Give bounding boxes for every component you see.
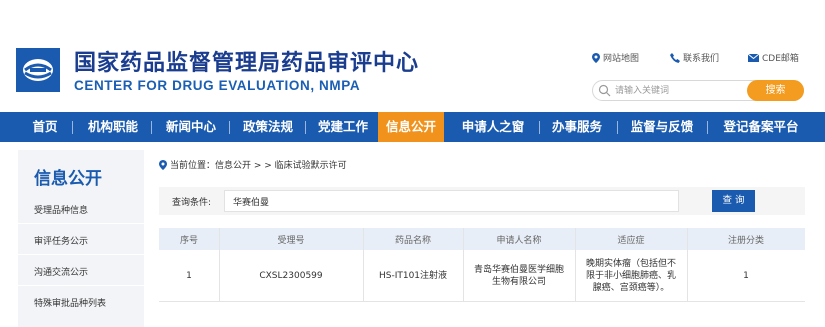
contact-label: 联系我们 xyxy=(683,54,720,64)
site-title-en: CENTER FOR DRUG EVALUATION, NMPA xyxy=(74,78,361,93)
search-input[interactable] xyxy=(615,83,735,98)
cell-index: 1 xyxy=(186,271,192,281)
query-button[interactable]: 查 询 xyxy=(712,190,755,212)
breadcrumb: 当前位置：信息公开 > > 临床试验默示许可 xyxy=(159,158,347,171)
search-button[interactable]: 搜索 xyxy=(747,80,804,101)
table-row[interactable]: 1 CXSL2300599 HS-IT101注射液 青岛华赛伯曼医学细胞生物有限… xyxy=(159,250,805,302)
site-header: 国家药品监督管理局药品审评中心 CENTER FOR DRUG EVALUATI… xyxy=(0,0,825,112)
sidebar-divider xyxy=(18,254,144,255)
sidebar-item-special[interactable]: 特殊审批品种列表 xyxy=(34,296,106,309)
cell-acceptance-no: CXSL2300599 xyxy=(259,271,323,281)
nav-supervision[interactable]: 监督与反馈 xyxy=(622,112,702,142)
sidebar-item-communication[interactable]: 沟通交流公示 xyxy=(34,265,88,278)
table-header: 序号 受理号 药品名称 申请人名称 适应症 注册分类 xyxy=(159,228,805,250)
query-label: 查询条件: xyxy=(172,198,212,208)
column-divider xyxy=(219,228,220,302)
col-acceptance-no: 受理号 xyxy=(277,235,305,246)
location-pin-icon xyxy=(159,159,167,170)
email-link[interactable]: CDE邮箱 xyxy=(748,51,799,64)
nav-separator xyxy=(151,121,152,134)
nav-separator xyxy=(72,121,73,134)
contact-link[interactable]: 联系我们 xyxy=(670,51,719,64)
nav-news[interactable]: 新闻中心 xyxy=(158,112,224,142)
sidebar-item-accepted[interactable]: 受理品种信息 xyxy=(34,203,88,216)
cell-applicant: 青岛华赛伯曼医学细胞生物有限公司 xyxy=(473,265,564,287)
nav-info-public[interactable]: 信息公开 xyxy=(378,112,444,142)
sidebar-divider xyxy=(18,285,144,286)
nav-party[interactable]: 党建工作 xyxy=(310,112,376,142)
nav-separator xyxy=(707,121,708,134)
nav-services[interactable]: 办事服务 xyxy=(544,112,610,142)
sidebar: 信息公开 受理品种信息 审评任务公示 沟通交流公示 特殊审批品种列表 xyxy=(18,150,144,327)
main-nav: 首页 机构职能 新闻中心 政策法规 党建工作 信息公开 申请人之窗 办事服务 监… xyxy=(0,112,825,142)
nav-applicant[interactable]: 申请人之窗 xyxy=(453,112,533,142)
column-divider xyxy=(575,228,576,302)
column-divider xyxy=(687,228,688,302)
sitemap-label: 网站地图 xyxy=(603,54,640,64)
mail-icon xyxy=(748,53,759,62)
column-divider xyxy=(463,228,464,302)
sidebar-divider xyxy=(18,223,144,224)
phone-icon xyxy=(670,52,680,63)
nav-home[interactable]: 首页 xyxy=(22,112,68,142)
col-applicant: 申请人名称 xyxy=(496,235,542,246)
sidebar-item-review-tasks[interactable]: 审评任务公示 xyxy=(34,234,88,247)
col-indication: 适应症 xyxy=(617,235,645,246)
col-drug-name: 药品名称 xyxy=(394,235,431,246)
nav-separator xyxy=(229,121,230,134)
cell-indication: 晚期实体瘤（包括但不限于非小细胞肺癌、乳腺癌、宫颈癌等）。 xyxy=(585,259,676,293)
nav-separator xyxy=(305,121,306,134)
cell-drug-name: HS-IT101注射液 xyxy=(378,271,448,281)
col-category: 注册分类 xyxy=(727,235,764,246)
location-pin-icon xyxy=(592,52,600,63)
nav-separator xyxy=(539,121,540,134)
nav-policy[interactable]: 政策法规 xyxy=(235,112,301,142)
column-divider xyxy=(363,228,364,302)
col-index: 序号 xyxy=(179,235,198,246)
query-input[interactable] xyxy=(224,190,679,212)
nav-functions[interactable]: 机构职能 xyxy=(80,112,146,142)
nav-separator xyxy=(617,121,618,134)
sidebar-title: 信息公开 xyxy=(34,169,102,189)
query-bar: 查询条件: 查 询 xyxy=(159,187,805,215)
search-icon xyxy=(598,84,611,97)
breadcrumb-text: 当前位置：信息公开 > > 临床试验默示许可 xyxy=(170,161,347,171)
nav-registration[interactable]: 登记备案平台 xyxy=(712,112,810,142)
email-label: CDE邮箱 xyxy=(762,54,799,64)
cell-category: 1 xyxy=(743,271,749,281)
sitemap-link[interactable]: 网站地图 xyxy=(592,51,639,64)
top-links: 网站地图 联系我们 CDE邮箱 xyxy=(0,51,825,65)
